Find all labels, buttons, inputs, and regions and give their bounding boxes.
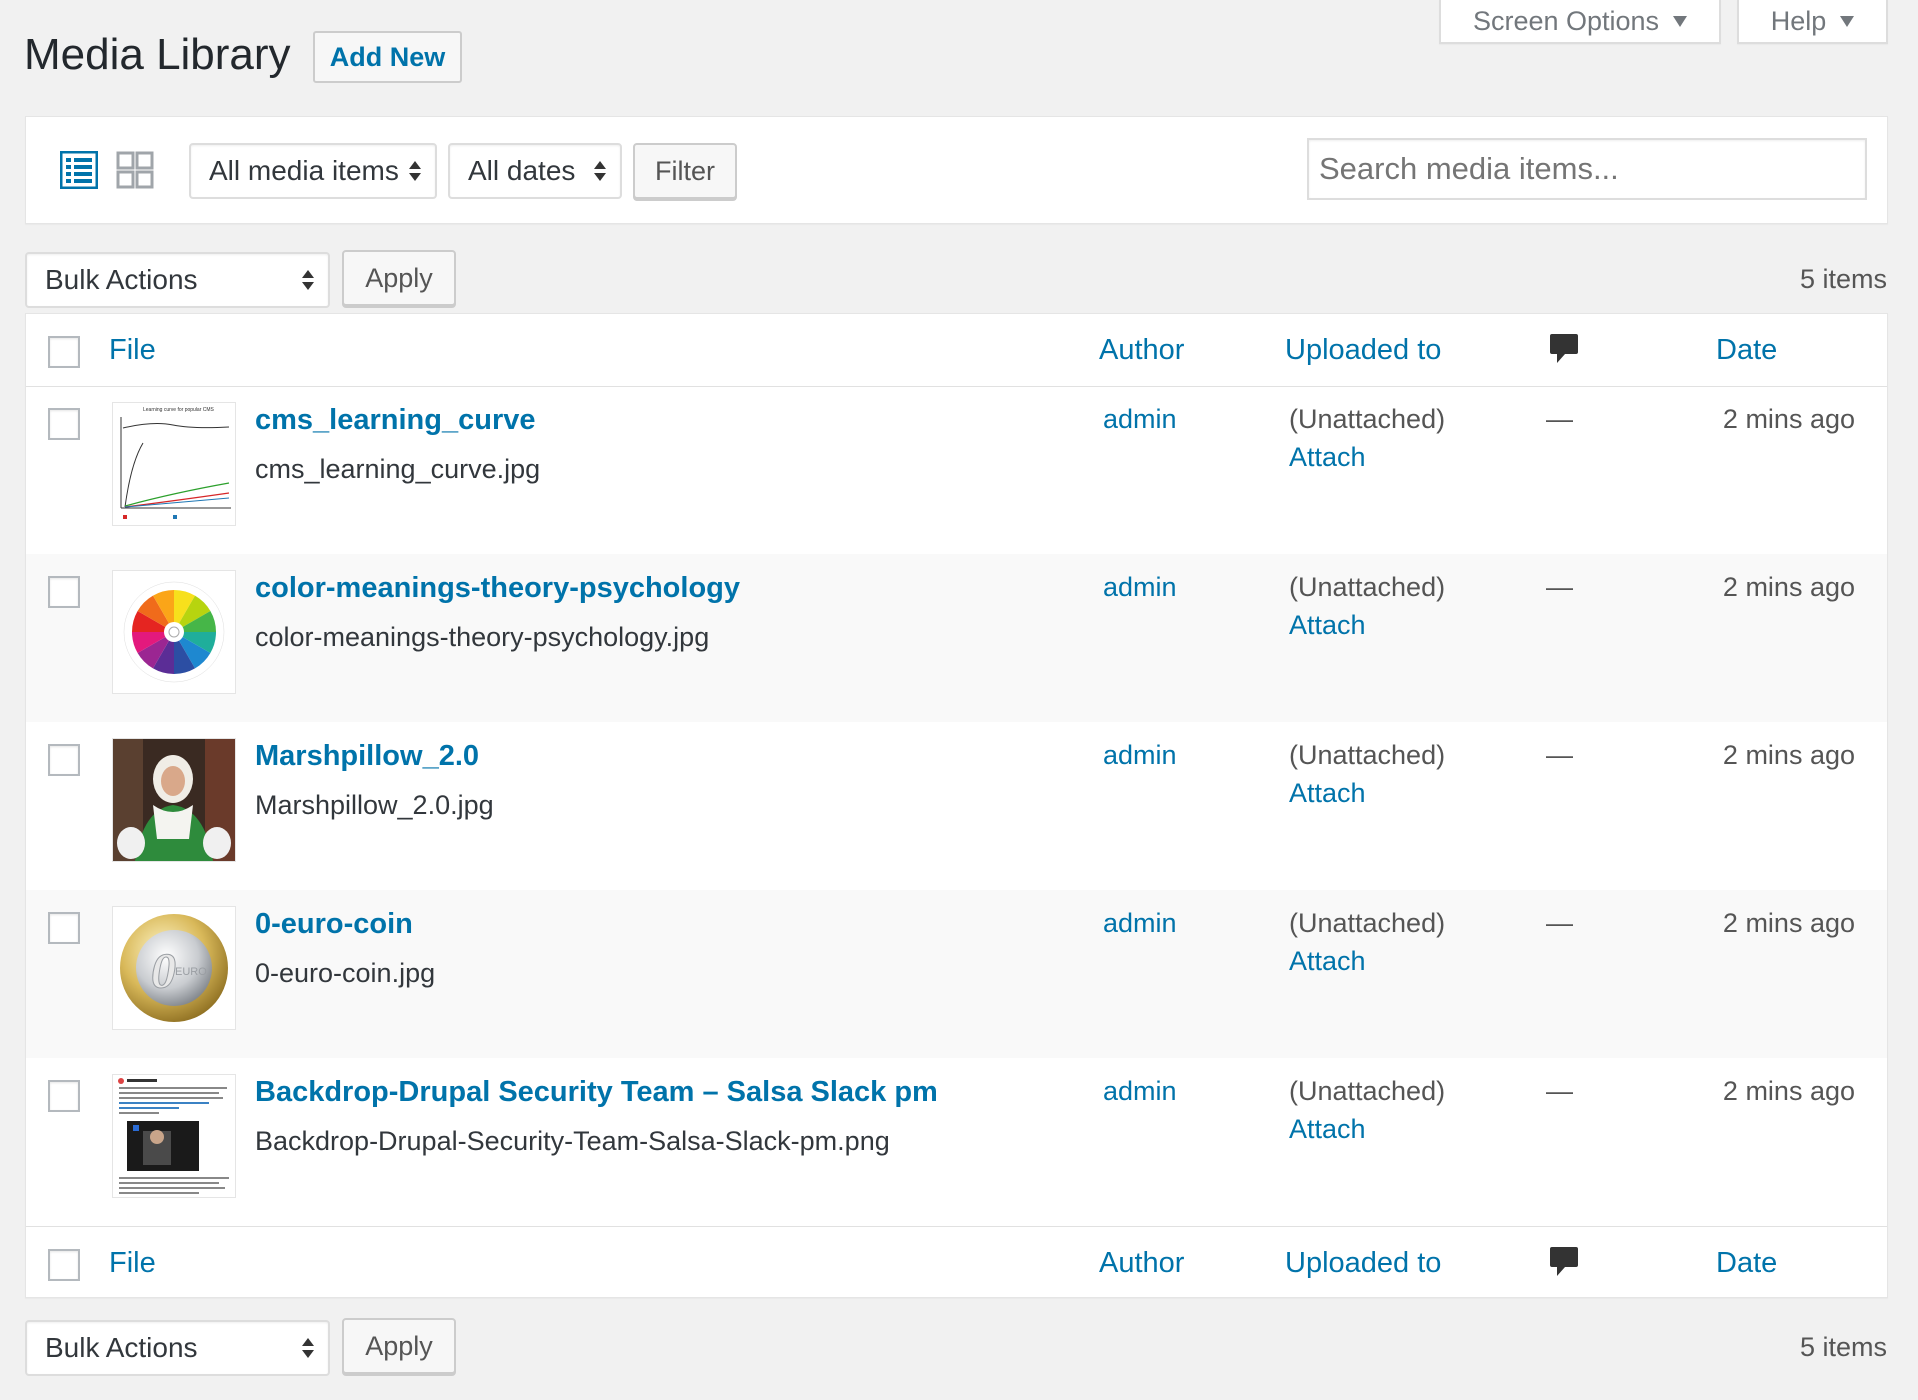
upload-date: 2 mins ago (1722, 740, 1855, 770)
attach-link[interactable]: Attach (1289, 442, 1366, 473)
table-row: color-meanings-theory-psychology color-m… (26, 554, 1887, 722)
author-link[interactable]: admin (1103, 1076, 1177, 1107)
filter-button[interactable]: Filter (633, 143, 737, 199)
media-type-select[interactable]: All media items (189, 143, 437, 199)
svg-text:0: 0 (151, 942, 176, 998)
media-title-link[interactable]: cms_learning_curve (255, 404, 535, 437)
select-all-checkbox[interactable] (48, 336, 80, 368)
author-link[interactable]: admin (1103, 572, 1177, 603)
table-header: File Author Uploaded to Date (26, 314, 1887, 387)
search-input[interactable] (1307, 138, 1867, 200)
table-row: 0 EURO 0-euro-coin 0-euro-coin.jpg admin… (26, 890, 1887, 1058)
screen-options-label: Screen Options (1472, 5, 1660, 36)
comment-bubble-icon[interactable] (1549, 332, 1579, 371)
comment-count: — (1546, 572, 1573, 602)
comment-count: — (1546, 908, 1573, 938)
column-author[interactable]: Author (1099, 1247, 1184, 1280)
comment-count: — (1546, 740, 1573, 770)
media-filter-bar: All media items All dates Filter (25, 116, 1888, 224)
svg-text:Learning curve for popular CMS: Learning curve for popular CMS (143, 407, 215, 413)
media-filename: color-meanings-theory-psychology.jpg (255, 622, 710, 652)
select-arrows-icon (594, 161, 606, 181)
screen-options-toggle[interactable]: Screen Options (1439, 0, 1721, 44)
uploaded-to-status: (Unattached) (1289, 404, 1446, 434)
row-checkbox[interactable] (48, 408, 80, 440)
row-checkbox[interactable] (48, 744, 80, 776)
comment-count: — (1546, 404, 1573, 434)
list-view-icon[interactable] (59, 150, 99, 190)
media-filename: cms_learning_curve.jpg (255, 454, 541, 484)
date-select[interactable]: All dates (448, 143, 622, 199)
media-title-link[interactable]: Marshpillow_2.0 (255, 740, 479, 773)
row-checkbox[interactable] (48, 1080, 80, 1112)
author-link[interactable]: admin (1103, 908, 1177, 939)
grid-view-icon[interactable] (116, 151, 154, 189)
author-link[interactable]: admin (1103, 740, 1177, 771)
media-table: File Author Uploaded to Date Learning cu… (25, 313, 1888, 1298)
euro-coin-thumbnail[interactable]: 0 EURO (112, 906, 236, 1030)
media-title-link[interactable]: Backdrop-Drupal Security Team – Salsa Sl… (255, 1076, 938, 1109)
caret-down-icon (1673, 15, 1688, 27)
date-select-value: All dates (468, 155, 576, 186)
attach-link[interactable]: Attach (1289, 610, 1366, 641)
column-date[interactable]: Date (1716, 334, 1777, 367)
column-file[interactable]: File (109, 334, 156, 367)
column-date[interactable]: Date (1716, 1247, 1777, 1280)
bulk-actions-value: Bulk Actions (45, 1332, 198, 1363)
items-count-bottom: 5 items (1799, 1332, 1887, 1362)
media-type-select-value: All media items (209, 155, 399, 186)
select-arrows-icon (302, 270, 314, 290)
help-toggle[interactable]: Help (1737, 0, 1888, 44)
chat-screenshot-thumbnail[interactable] (112, 1074, 236, 1198)
media-filename: Marshpillow_2.0.jpg (255, 790, 494, 820)
author-link[interactable]: admin (1103, 404, 1177, 435)
upload-date: 2 mins ago (1722, 1076, 1855, 1106)
uploaded-to-status: (Unattached) (1289, 740, 1446, 770)
bulk-actions-select-top[interactable]: Bulk Actions (25, 252, 330, 308)
media-title-link[interactable]: 0-euro-coin (255, 908, 413, 941)
attach-link[interactable]: Attach (1289, 778, 1366, 809)
page-title: Media Library (24, 30, 291, 79)
uploaded-to-status: (Unattached) (1289, 908, 1446, 938)
media-title-link[interactable]: color-meanings-theory-psychology (255, 572, 740, 605)
table-footer: File Author Uploaded to Date (26, 1226, 1887, 1299)
attach-link[interactable]: Attach (1289, 946, 1366, 977)
select-arrows-icon (409, 161, 421, 181)
column-file[interactable]: File (109, 1247, 156, 1280)
apply-button-bottom[interactable]: Apply (342, 1318, 456, 1374)
learning-curve-thumbnail[interactable]: Learning curve for popular CMS (112, 402, 236, 526)
upload-date: 2 mins ago (1722, 572, 1855, 602)
bulk-actions-select-bottom[interactable]: Bulk Actions (25, 1320, 330, 1376)
apply-button-top[interactable]: Apply (342, 250, 456, 306)
column-author[interactable]: Author (1099, 334, 1184, 367)
uploaded-to-status: (Unattached) (1289, 1076, 1446, 1106)
upload-date: 2 mins ago (1722, 404, 1855, 434)
table-row: Learning curve for popular CMS cms_learn… (26, 386, 1887, 554)
color-wheel-thumbnail[interactable] (112, 570, 236, 694)
comment-bubble-icon[interactable] (1549, 1245, 1579, 1284)
uploaded-to-status: (Unattached) (1289, 572, 1446, 602)
select-all-checkbox-footer[interactable] (48, 1249, 80, 1281)
media-filename: 0-euro-coin.jpg (255, 958, 436, 988)
select-arrows-icon (302, 1338, 314, 1358)
column-uploaded-to[interactable]: Uploaded to (1285, 1247, 1441, 1280)
items-count-top: 5 items (1799, 264, 1887, 294)
comment-count: — (1546, 1076, 1573, 1106)
column-uploaded-to[interactable]: Uploaded to (1285, 334, 1441, 367)
row-checkbox[interactable] (48, 912, 80, 944)
caret-down-icon (1840, 15, 1855, 27)
bulk-actions-value: Bulk Actions (45, 264, 198, 295)
table-row: Backdrop-Drupal Security Team – Salsa Sl… (26, 1058, 1887, 1226)
person-photo-thumbnail[interactable] (112, 738, 236, 862)
help-label: Help (1770, 5, 1827, 36)
attach-link[interactable]: Attach (1289, 1114, 1366, 1145)
upload-date: 2 mins ago (1722, 908, 1855, 938)
add-new-button[interactable]: Add New (313, 31, 462, 83)
media-filename: Backdrop-Drupal-Security-Team-Salsa-Slac… (255, 1126, 890, 1156)
row-checkbox[interactable] (48, 576, 80, 608)
svg-text:EURO: EURO (175, 966, 207, 978)
table-row: Marshpillow_2.0 Marshpillow_2.0.jpg admi… (26, 722, 1887, 890)
